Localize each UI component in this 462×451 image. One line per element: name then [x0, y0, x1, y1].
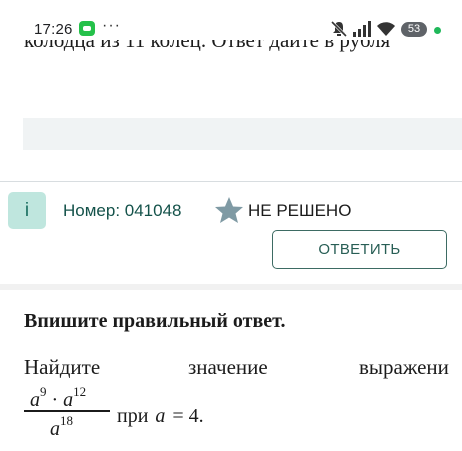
numerator-exponent-2: 12	[73, 384, 87, 399]
answer-field[interactable]	[23, 118, 462, 150]
star-icon[interactable]	[214, 196, 244, 224]
numerator-base-2: a	[63, 389, 74, 411]
task-text-word: выражени	[359, 355, 449, 379]
system-icons: 53	[330, 20, 460, 40]
notification-dot-icon	[434, 27, 441, 34]
clock: 17:26	[34, 21, 73, 38]
mute-icon	[330, 20, 348, 38]
fraction-denominator: a18	[50, 413, 73, 441]
task-status: НЕ РЕШЕНО	[248, 201, 352, 220]
previous-task-fragment: колодца из 11 колец. Ответ дайте в рубля	[24, 40, 391, 52]
more-notifications-indicator: ···	[102, 17, 121, 34]
formula-condition: при a = 4.	[117, 405, 204, 428]
battery-icon: 53	[401, 22, 427, 37]
condition-prefix: при	[117, 405, 149, 427]
task-heading: Впишите правильный ответ.	[24, 310, 286, 332]
chat-app-icon	[79, 21, 95, 36]
section-separator	[0, 284, 462, 290]
task-text-word: Найдите	[24, 355, 101, 379]
fraction-bar	[24, 410, 110, 412]
numerator-base-1: a	[30, 389, 40, 411]
formula-fraction: a9 · a12 a18	[24, 384, 112, 444]
status-bar: 17:26 ··· 53	[0, 0, 462, 40]
task-text-word: значение	[188, 355, 268, 379]
signal-icon	[353, 21, 371, 37]
condition-value: = 4.	[172, 405, 204, 427]
denominator-base: a	[50, 418, 60, 440]
task-number[interactable]: Номер: 041048	[63, 201, 182, 221]
previous-task-text: колодца из 11 колец. Ответ дайте в рубля	[0, 40, 462, 70]
wifi-icon	[377, 22, 395, 36]
divider	[0, 181, 462, 182]
numerator-exponent-1: 9	[40, 384, 47, 399]
fraction-numerator: a9 · a12	[30, 384, 86, 412]
denominator-exponent: 18	[60, 413, 73, 428]
info-icon[interactable]: i	[8, 192, 46, 229]
condition-variable: a	[155, 405, 166, 427]
multiply-dot: ·	[51, 389, 59, 411]
answer-button[interactable]: ОТВЕТИТЬ	[272, 230, 447, 269]
